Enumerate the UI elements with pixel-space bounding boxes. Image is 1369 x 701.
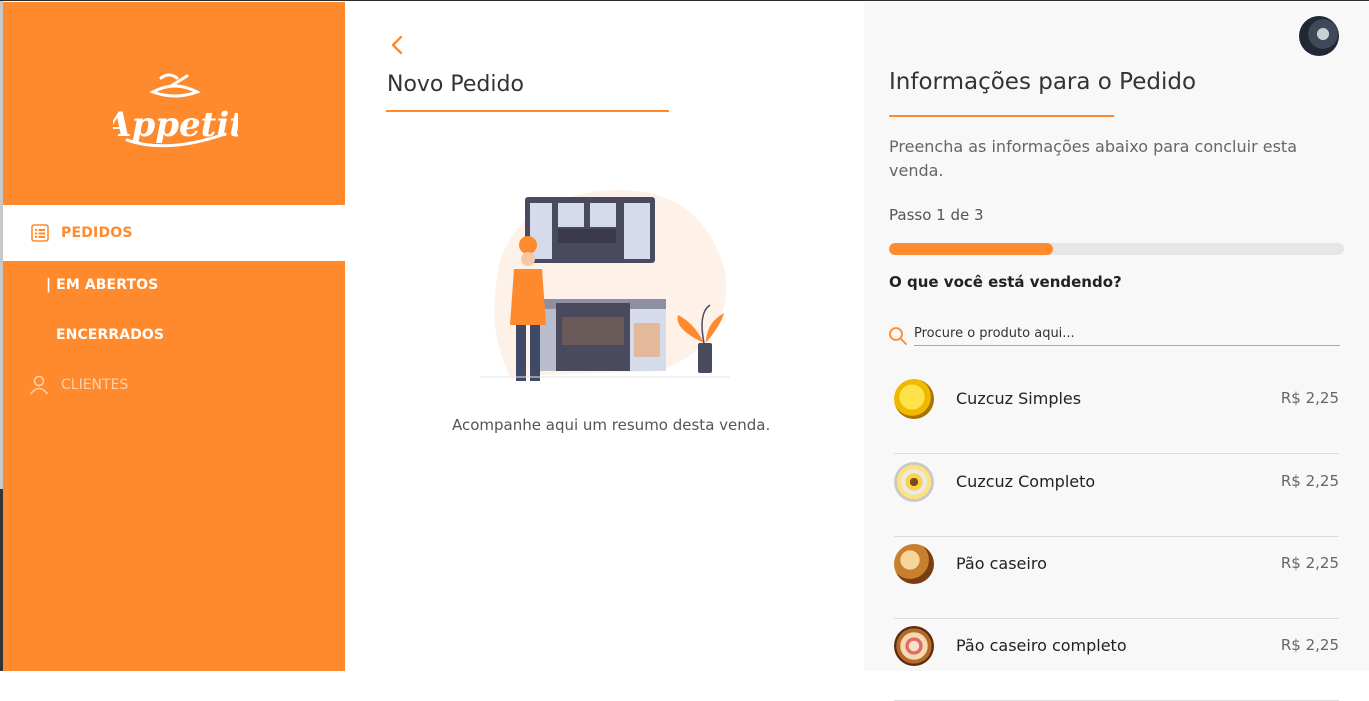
sidebar-subitem-encerrados[interactable]: ENCERRADOS [56,327,164,343]
product-image [894,626,934,666]
sidebar-subitem-em-abertos[interactable]: | EM ABERTOS [46,277,158,293]
panel-title: Informações para o Pedido [889,69,1197,95]
panel-title-underline [889,115,1114,117]
product-image [894,462,934,502]
chef-kitchen-illustration [480,190,730,381]
product-name: Pão caseiro [956,554,1047,573]
product-image [894,544,934,584]
avatar[interactable] [1299,16,1339,56]
product-search-input[interactable] [914,321,1340,346]
panel-description: Preencha as informações abaixo para conc… [889,137,1297,180]
product-name: Cuzcuz Completo [956,472,1096,491]
svg-text:Appetit: Appetit [113,105,238,145]
product-name: Pão caseiro completo [956,636,1127,655]
sidebar-item-label: CLIENTES [61,377,129,393]
question-label: O que você está vendendo? [889,273,1122,291]
sidebar-item-pedidos[interactable]: PEDIDOS [3,205,345,261]
product-price: R$ 2,25 [1280,472,1339,490]
sidebar: Appetit PEDIDOS | EM ABERTOS ENCERRADOS … [3,2,345,671]
sidebar-item-clientes[interactable]: CLIENTES [28,374,128,396]
title-underline [386,110,669,112]
sidebar-item-label: PEDIDOS [61,225,133,241]
summary-caption: Acompanhe aqui um resumo desta venda. [452,416,771,434]
product-price: R$ 2,25 [1280,636,1339,654]
user-icon [29,375,49,395]
page-title: Novo Pedido [387,72,524,97]
appetit-logo: Appetit [113,73,238,148]
step-indicator: Passo 1 de 3 [889,206,984,224]
search-icon [889,327,907,345]
product-item-pao-caseiro-completo[interactable]: Pão caseiro completo R$ 2,25 [894,618,1339,701]
progress-fill [889,243,1053,255]
product-price: R$ 2,25 [1280,389,1339,407]
product-item-pao-caseiro[interactable]: Pão caseiro R$ 2,25 [894,536,1339,619]
back-arrow-icon[interactable] [386,34,408,56]
progress-bar [889,243,1344,255]
product-item-cuzcuz-simples[interactable]: Cuzcuz Simples R$ 2,25 [894,371,1339,454]
product-price: R$ 2,25 [1280,554,1339,572]
product-item-cuzcuz-completo[interactable]: Cuzcuz Completo R$ 2,25 [894,454,1339,537]
product-name: Cuzcuz Simples [956,389,1082,408]
app-window: Appetit PEDIDOS | EM ABERTOS ENCERRADOS … [0,0,1369,701]
product-image [894,379,934,419]
list-icon [31,224,49,242]
